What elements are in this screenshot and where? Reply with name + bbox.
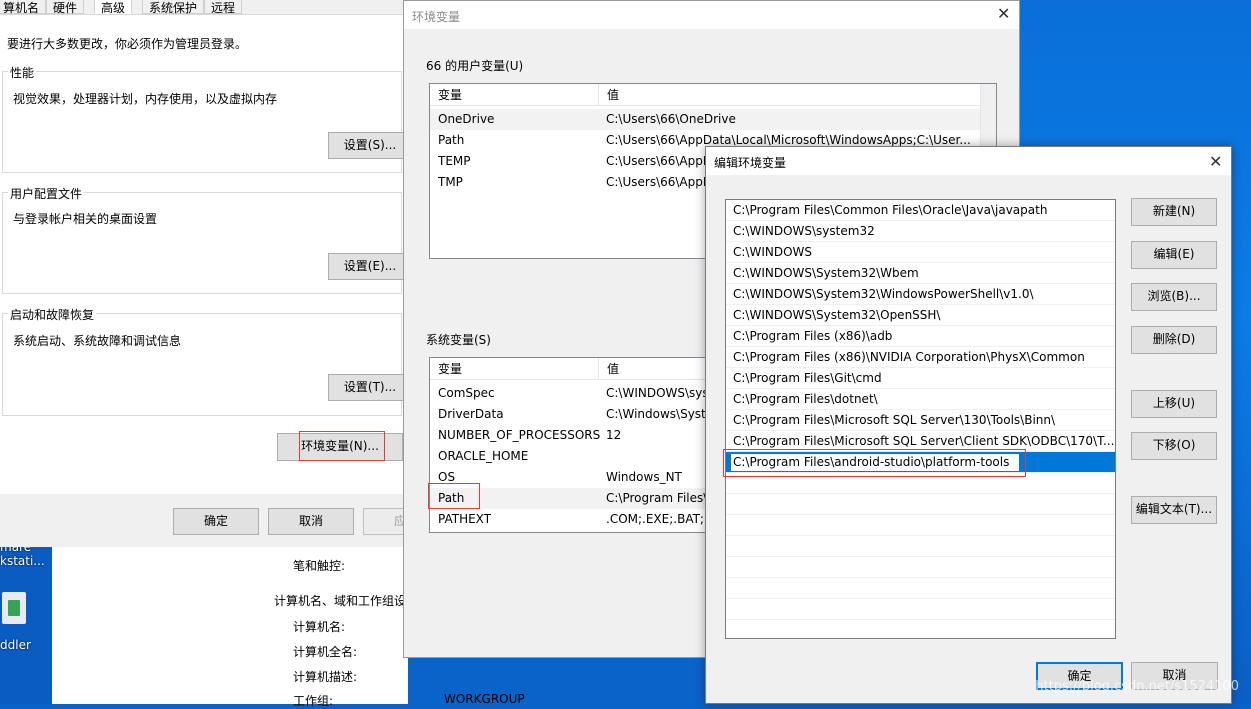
move-up-button[interactable]: 上移(U) bbox=[1131, 390, 1217, 418]
var-name: ComSpec bbox=[438, 386, 495, 400]
edit-text-button[interactable]: 编辑文本(T)... bbox=[1131, 496, 1217, 524]
advanced-tab-pane: 要进行大多数更改，你必须作为管理员登录。 性能 视觉效果，处理器计划，内存使用，… bbox=[0, 14, 412, 494]
list-item[interactable]: OneDrive C:\Users\66\OneDrive bbox=[430, 109, 980, 130]
computer-name-section: 计算机名、域和工作组设 bbox=[274, 594, 407, 608]
col-value[interactable]: 值 bbox=[607, 84, 619, 106]
edit-button[interactable]: 编辑(E) bbox=[1131, 241, 1217, 269]
performance-title: 性能 bbox=[8, 64, 37, 81]
column-divider bbox=[598, 84, 599, 106]
pen-touch-label: 笔和触控: bbox=[293, 559, 346, 573]
tab-strip: 算机名 硬件 高级 系统保护 远程 bbox=[0, 0, 408, 15]
var-value: C:\Program Files\ bbox=[606, 491, 708, 505]
dialog-title: 编辑环境变量 bbox=[714, 156, 787, 170]
var-name: Path bbox=[438, 133, 465, 147]
user-profile-settings-button[interactable]: 设置(E)... bbox=[328, 253, 412, 280]
list-item[interactable]: C:\Program Files\Microsoft SQL Server\13… bbox=[726, 410, 1115, 431]
var-name: TMP bbox=[438, 175, 463, 189]
var-name: PATHEXT bbox=[438, 512, 492, 526]
list-item[interactable]: C:\Program Files\Common Files\Oracle\Jav… bbox=[726, 200, 1115, 221]
var-name: OneDrive bbox=[438, 112, 495, 126]
list-item[interactable] bbox=[726, 515, 1115, 536]
user-profile-title: 用户配置文件 bbox=[8, 185, 85, 202]
list-item[interactable]: C:\Program Files (x86)\NVIDIA Corporatio… bbox=[726, 347, 1115, 368]
list-item[interactable] bbox=[726, 557, 1115, 578]
title-bar: 编辑环境变量 ✕ bbox=[706, 147, 1231, 175]
var-name: ORACLE_HOME bbox=[438, 449, 529, 463]
tab-system-protection[interactable]: 系统保护 bbox=[142, 0, 205, 15]
workgroup-label: 工作组: bbox=[293, 694, 334, 708]
list-item[interactable]: C:\WINDOWS\System32\Wbem bbox=[726, 263, 1115, 284]
tab-computer-name[interactable]: 算机名 bbox=[0, 0, 47, 15]
highlight-box bbox=[299, 431, 385, 461]
highlight-box bbox=[723, 449, 1026, 477]
list-item[interactable] bbox=[726, 536, 1115, 557]
list-item[interactable]: C:\WINDOWS bbox=[726, 242, 1115, 263]
var-value: C:\Users\66\AppD bbox=[606, 175, 713, 189]
admin-note: 要进行大多数更改，你必须作为管理员登录。 bbox=[7, 37, 248, 51]
list-header: 变量 值 bbox=[430, 84, 980, 106]
var-name: NUMBER_OF_PROCESSORS bbox=[438, 428, 601, 442]
startup-settings-button[interactable]: 设置(T)... bbox=[328, 374, 412, 401]
dialog-title: 环境变量 bbox=[412, 10, 461, 24]
col-value[interactable]: 值 bbox=[607, 358, 619, 380]
system-info-panel: 笔和触控: 计算机名、域和工作组设 计算机名: 计算机全名: 计算机描述: 工作… bbox=[52, 547, 408, 708]
var-value: C:\Windows\Syste bbox=[606, 407, 714, 421]
ok-button[interactable]: 确定 bbox=[173, 508, 259, 535]
list-item[interactable] bbox=[726, 599, 1115, 620]
app-icon[interactable] bbox=[2, 592, 26, 624]
close-icon[interactable]: ✕ bbox=[1209, 152, 1222, 171]
group-divider bbox=[2, 71, 402, 72]
system-properties-window: 算机名 硬件 高级 系统保护 远程 要进行大多数更改，你必须作为管理员登录。 性… bbox=[0, 0, 449, 547]
startup-desc: 系统启动、系统故障和调试信息 bbox=[13, 334, 182, 348]
var-value: 12 bbox=[606, 428, 622, 442]
var-value: C:\WINDOWS\sys bbox=[606, 386, 709, 400]
column-divider bbox=[598, 358, 599, 380]
performance-settings-button[interactable]: 设置(S)... bbox=[328, 132, 412, 159]
watermark: https://blog.csdn.net/s1524100 bbox=[1035, 679, 1239, 694]
desktop-icon-label[interactable]: kstati... bbox=[0, 554, 45, 568]
list-item[interactable]: C:\WINDOWS\System32\OpenSSH\ bbox=[726, 305, 1115, 326]
path-list[interactable]: C:\Program Files\Common Files\Oracle\Jav… bbox=[725, 199, 1116, 639]
tab-advanced[interactable]: 高级 bbox=[94, 0, 133, 15]
list-item[interactable]: C:\WINDOWS\System32\WindowsPowerShell\v1… bbox=[726, 284, 1115, 305]
tab-remote[interactable]: 远程 bbox=[204, 0, 243, 15]
var-value: C:\Users\66\AppD bbox=[606, 154, 713, 168]
full-name-label: 计算机全名: bbox=[293, 645, 358, 659]
computer-name-label: 计算机名: bbox=[293, 620, 346, 634]
var-name: DriverData bbox=[438, 407, 504, 421]
var-name: TEMP bbox=[438, 154, 471, 168]
highlight-box bbox=[428, 483, 480, 509]
var-value: C:\Users\66\OneDrive bbox=[606, 112, 736, 126]
system-vars-label: 系统变量(S) bbox=[426, 333, 491, 347]
tab-hardware[interactable]: 硬件 bbox=[46, 0, 85, 15]
startup-title: 启动和故障恢复 bbox=[8, 306, 97, 323]
list-item[interactable] bbox=[726, 578, 1115, 599]
list-item[interactable]: C:\Program Files\Git\cmd bbox=[726, 368, 1115, 389]
col-variable[interactable]: 变量 bbox=[438, 84, 462, 106]
var-value: .COM;.EXE;.BAT;.C bbox=[606, 512, 717, 526]
user-vars-label: 66 的用户变量(U) bbox=[426, 59, 524, 73]
list-item[interactable] bbox=[726, 494, 1115, 515]
description-label: 计算机描述: bbox=[293, 670, 358, 684]
var-value: Windows_NT bbox=[606, 470, 682, 484]
list-item[interactable]: C:\WINDOWS\system32 bbox=[726, 221, 1115, 242]
list-item[interactable]: C:\Program Files (x86)\adb bbox=[726, 326, 1115, 347]
edit-environment-variable-dialog: 编辑环境变量 ✕ C:\Program Files\Common Files\O… bbox=[705, 146, 1232, 704]
list-item[interactable]: C:\Program Files\dotnet\ bbox=[726, 389, 1115, 410]
col-variable[interactable]: 变量 bbox=[438, 358, 462, 380]
move-down-button[interactable]: 下移(O) bbox=[1131, 432, 1217, 460]
title-bar: 环境变量 ✕ bbox=[404, 1, 1019, 29]
new-button[interactable]: 新建(N) bbox=[1131, 198, 1217, 226]
cancel-button[interactable]: 取消 bbox=[268, 508, 354, 535]
performance-desc: 视觉效果，处理器计划，内存使用，以及虚拟内存 bbox=[13, 92, 278, 106]
close-icon[interactable]: ✕ bbox=[997, 4, 1010, 23]
delete-button[interactable]: 删除(D) bbox=[1131, 326, 1217, 354]
browse-button[interactable]: 浏览(B)... bbox=[1131, 283, 1217, 311]
desktop-icon-label[interactable]: ddler bbox=[0, 638, 31, 652]
user-profile-desc: 与登录帐户相关的桌面设置 bbox=[13, 212, 158, 226]
